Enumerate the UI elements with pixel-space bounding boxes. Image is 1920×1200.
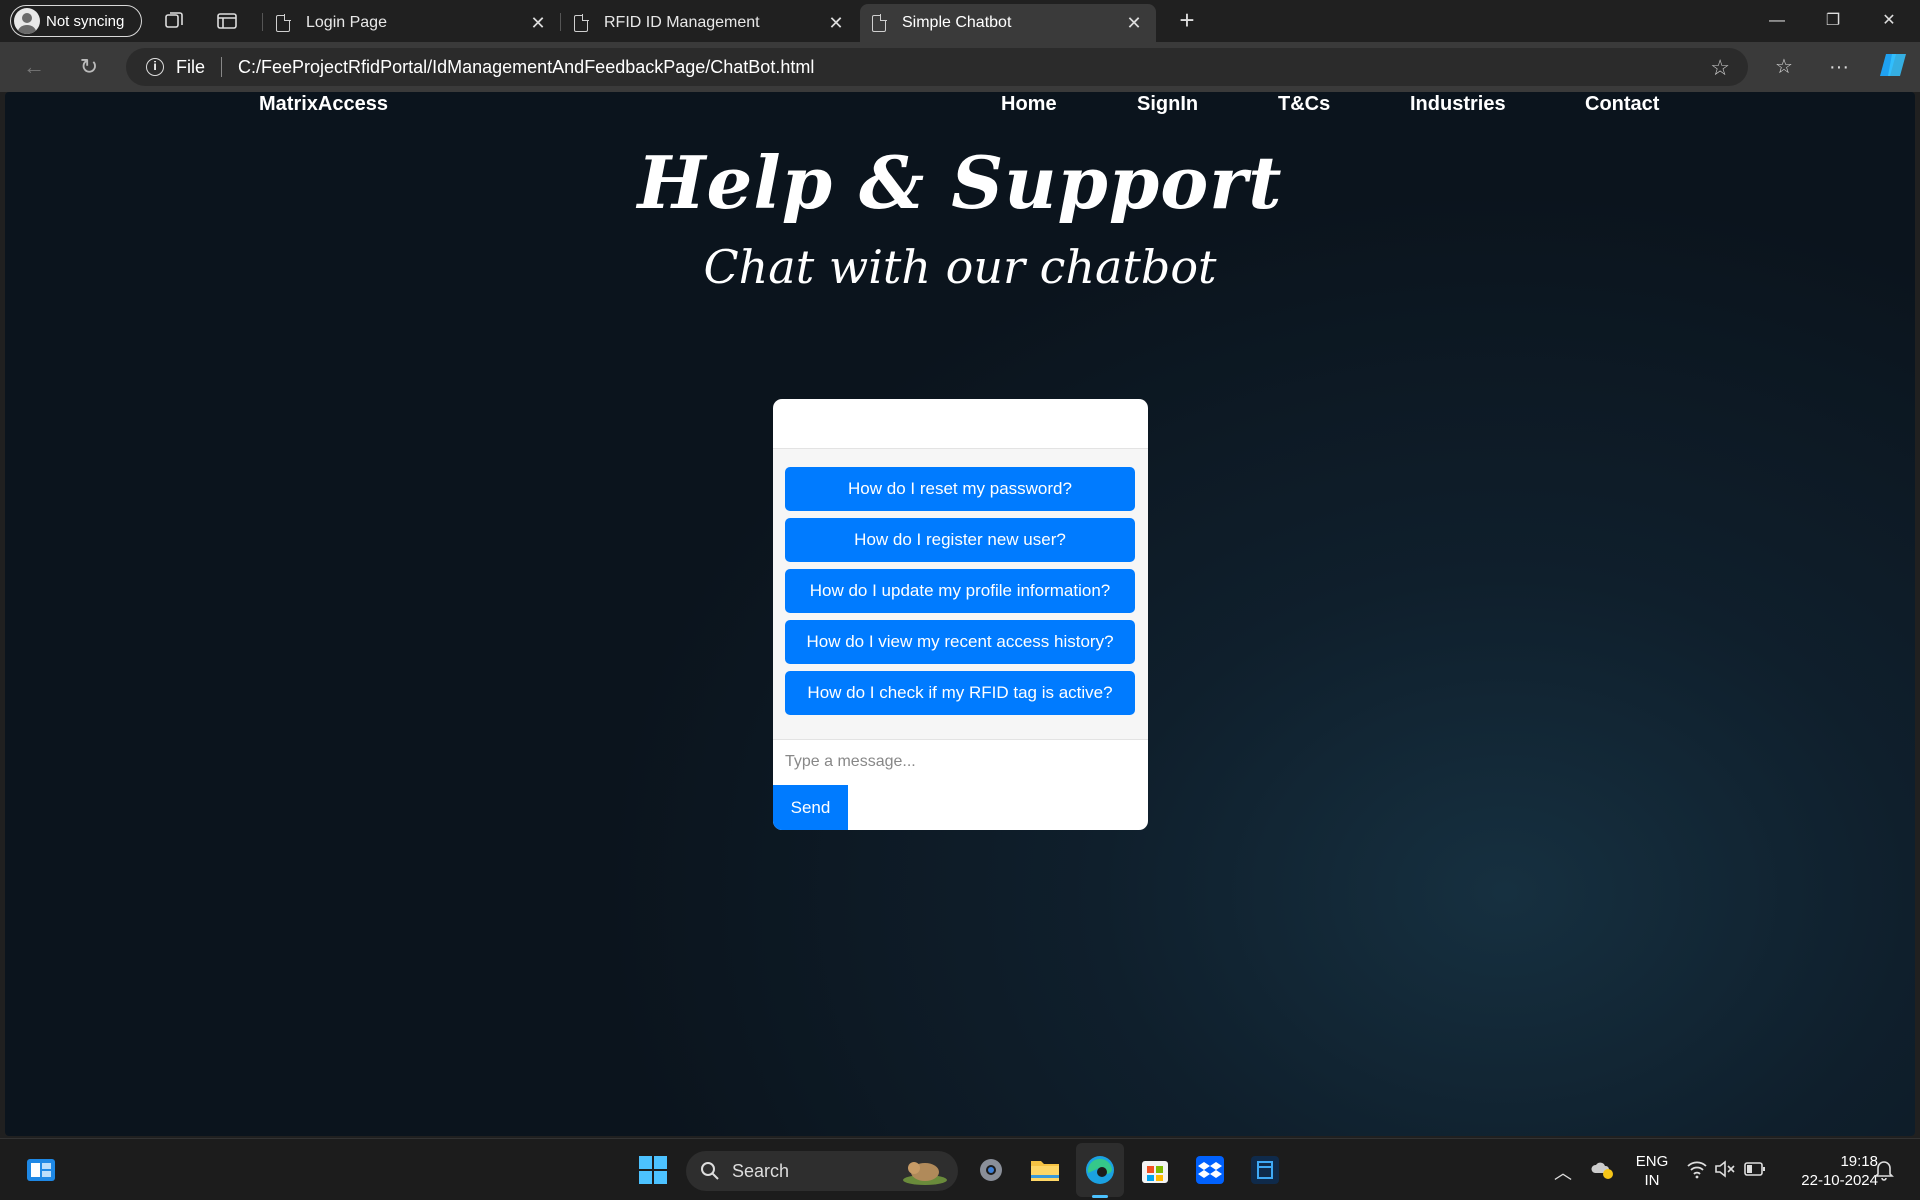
store-icon[interactable]	[1138, 1153, 1172, 1187]
workspaces-icon[interactable]	[162, 9, 186, 33]
tab-login-page[interactable]: Login Page ✕	[264, 4, 560, 42]
active-indicator	[1092, 1195, 1108, 1198]
restore-button[interactable]: ❐	[1810, 6, 1856, 36]
search-label: Search	[732, 1160, 790, 1181]
nav-industries[interactable]: Industries	[1410, 93, 1506, 116]
close-tab-icon[interactable]: ✕	[826, 13, 846, 34]
dropbox-icon[interactable]	[1193, 1153, 1227, 1187]
send-button[interactable]: Send	[773, 785, 848, 830]
back-button[interactable]: ←	[18, 51, 50, 83]
battery-icon[interactable]	[1744, 1161, 1766, 1177]
refresh-button[interactable]: ↻	[73, 51, 105, 83]
language-indicator[interactable]: ENG IN	[1632, 1152, 1672, 1190]
close-window-button[interactable]: ✕	[1866, 6, 1912, 36]
more-menu-icon[interactable]: ···	[1823, 51, 1855, 83]
tab-separator	[560, 13, 561, 31]
clock[interactable]: 19:18 22-10-2024	[1782, 1152, 1878, 1190]
nav-home[interactable]: Home	[1001, 93, 1057, 116]
tab-rfid-id-management[interactable]: RFID ID Management ✕	[562, 4, 858, 42]
chat-header	[773, 399, 1148, 449]
option-access-history[interactable]: How do I view my recent access history?	[785, 620, 1135, 664]
browser-toolbar: ← ↻ i File C:/FeeProjectRfidPortal/IdMan…	[0, 42, 1920, 92]
brand-logo[interactable]: MatrixAccess	[259, 93, 388, 116]
minimize-button[interactable]: —	[1754, 6, 1800, 36]
nav-contact[interactable]: Contact	[1585, 93, 1659, 116]
start-icon[interactable]	[636, 1153, 670, 1187]
site-navbar: MatrixAccess Home SignIn T&Cs Industries…	[5, 92, 1915, 120]
taskbar: Search ︿ ENG IN 19:18 22-10-2024	[0, 1138, 1920, 1200]
clock-time: 19:18	[1840, 1153, 1878, 1170]
wifi-icon[interactable]	[1686, 1159, 1708, 1179]
language-code: ENG	[1635, 1153, 1669, 1170]
avatar-icon	[14, 8, 40, 34]
url-text[interactable]: C:/FeeProjectRfidPortal/IdManagementAndF…	[238, 57, 814, 78]
app-icon[interactable]	[1248, 1153, 1282, 1187]
chat-messages: How do I reset my password? How do I reg…	[773, 449, 1148, 739]
message-input[interactable]: Type a message...	[773, 739, 1148, 785]
address-separator	[221, 57, 223, 77]
profile-label: Not syncing	[46, 12, 125, 30]
vertical-tabs-icon[interactable]	[215, 9, 239, 33]
taskbar-search[interactable]: Search	[686, 1151, 958, 1191]
clock-date: 22-10-2024	[1801, 1172, 1878, 1189]
region-code: IN	[1644, 1172, 1660, 1189]
volume-muted-icon[interactable]	[1714, 1159, 1736, 1179]
option-update-profile[interactable]: How do I update my profile information?	[785, 569, 1135, 613]
close-tab-icon[interactable]: ✕	[1124, 13, 1144, 34]
favorite-star-icon[interactable]: ☆	[1710, 55, 1730, 81]
edge-icon[interactable]	[1083, 1153, 1117, 1187]
tab-title: Simple Chatbot	[902, 14, 1012, 31]
notification-bell-icon[interactable]	[1874, 1159, 1894, 1181]
file-explorer-icon[interactable]	[1028, 1153, 1062, 1187]
nav-signin[interactable]: SignIn	[1137, 93, 1198, 116]
tab-simple-chatbot[interactable]: Simple Chatbot ✕	[860, 4, 1156, 42]
show-hidden-icons[interactable]: ︿	[1554, 1159, 1572, 1185]
tab-separator	[262, 13, 263, 31]
widgets-icon[interactable]	[24, 1153, 58, 1187]
settings-icon[interactable]	[974, 1153, 1008, 1187]
onedrive-icon[interactable]	[1590, 1157, 1614, 1181]
chatbot-widget: How do I reset my password? How do I reg…	[773, 399, 1148, 830]
page-icon	[276, 13, 291, 32]
option-reset-password[interactable]: How do I reset my password?	[785, 467, 1135, 511]
page-viewport: MatrixAccess Home SignIn T&Cs Industries…	[5, 92, 1915, 1136]
favorites-icon[interactable]: ☆	[1768, 51, 1800, 83]
tab-title: RFID ID Management	[604, 14, 760, 31]
address-bar[interactable]: i File C:/FeeProjectRfidPortal/IdManagem…	[126, 48, 1748, 86]
option-register-user[interactable]: How do I register new user?	[785, 518, 1135, 562]
option-rfid-status[interactable]: How do I check if my RFID tag is active?	[785, 671, 1135, 715]
tab-title: Login Page	[306, 14, 387, 31]
page-title: Help & Support	[637, 140, 1283, 225]
page-subtitle: Chat with our chatbot	[703, 240, 1217, 294]
profile-button[interactable]: Not syncing	[10, 5, 142, 37]
close-tab-icon[interactable]: ✕	[528, 13, 548, 34]
copilot-icon[interactable]	[1878, 50, 1908, 80]
nav-tcs[interactable]: T&Cs	[1278, 93, 1330, 116]
search-icon	[701, 1162, 719, 1180]
new-tab-button[interactable]: +	[1172, 6, 1202, 36]
scheme-label: File	[176, 56, 206, 77]
info-icon[interactable]: i	[146, 58, 164, 76]
page-icon	[872, 13, 887, 32]
page-icon	[574, 13, 589, 32]
browser-tab-bar: Not syncing Login Page ✕ RFID ID Managem…	[0, 0, 1920, 42]
search-highlight-icon	[903, 1162, 947, 1185]
